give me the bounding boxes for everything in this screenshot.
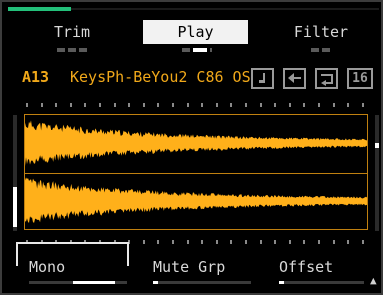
sampler-screen: Trim Play Filter A13 KeysPh-BeYou2 C86 O… xyxy=(0,0,383,295)
offset-label[interactable]: Offset xyxy=(279,258,333,276)
tab-filter[interactable]: Filter xyxy=(276,20,366,44)
waveform-channel-right xyxy=(25,177,367,223)
progress-fill xyxy=(8,7,72,11)
ruler-tick xyxy=(186,240,189,244)
ruler-tick xyxy=(142,240,145,244)
ruler-tick xyxy=(201,103,204,107)
loop-icon xyxy=(321,74,333,86)
arrow-up-icon[interactable]: ▲ xyxy=(370,275,380,287)
param-value-fill xyxy=(73,281,116,284)
reverse-arrow-icon xyxy=(288,73,301,83)
sample-name[interactable]: KeysPh-BeYou2 C86 OS xyxy=(70,68,251,86)
param-value-fill xyxy=(279,281,284,284)
ruler-tick xyxy=(172,240,174,244)
sixteen-button[interactable]: 16 xyxy=(347,68,373,89)
ruler-tick xyxy=(361,103,364,107)
ruler-tick xyxy=(303,240,306,244)
vertical-zoom-handle[interactable] xyxy=(13,187,17,227)
tab-trim-page-dots xyxy=(57,48,87,52)
param-value-fill xyxy=(153,281,158,284)
ruler-tick xyxy=(318,103,320,107)
ruler-tick xyxy=(201,240,204,244)
ruler-tick xyxy=(245,240,247,244)
note-button[interactable] xyxy=(251,68,274,89)
ruler-tick xyxy=(361,240,364,244)
ruler-tick xyxy=(230,240,233,244)
ruler-top xyxy=(26,103,368,107)
tab-play[interactable]: Play xyxy=(143,20,248,44)
ruler-tick xyxy=(26,103,28,107)
ruler-tick xyxy=(303,103,306,107)
ruler-tick xyxy=(99,103,101,107)
ruler-tick xyxy=(259,103,262,107)
mono-label[interactable]: Mono xyxy=(29,258,65,276)
waveform-channel-left xyxy=(25,120,367,166)
ruler-tick xyxy=(69,103,72,107)
ruler-tick xyxy=(332,103,335,107)
ruler-tick xyxy=(84,103,87,107)
ruler-tick xyxy=(172,103,174,107)
ruler-tick xyxy=(113,103,116,107)
ruler-tick xyxy=(215,240,218,244)
ruler-tick xyxy=(288,240,291,244)
ruler-tick xyxy=(157,240,160,244)
ruler-tick xyxy=(347,240,350,244)
reverse-button[interactable] xyxy=(283,68,306,89)
position-scroll-handle[interactable] xyxy=(375,143,379,148)
ruler-tick xyxy=(318,240,320,244)
ruler-tick xyxy=(259,240,262,244)
ruler-tick xyxy=(230,103,233,107)
tab-filter-page-dots xyxy=(311,48,331,52)
ruler-tick xyxy=(215,103,218,107)
tab-play-page-dots xyxy=(182,48,212,52)
position-scroll-track[interactable] xyxy=(375,115,379,231)
ruler-tick xyxy=(186,103,189,107)
ruler-tick xyxy=(142,103,145,107)
ruler-tick xyxy=(274,240,277,244)
mono-value-bar[interactable] xyxy=(29,281,127,284)
note-icon xyxy=(259,73,265,83)
ruler-tick xyxy=(40,103,43,107)
ruler-tick xyxy=(347,103,350,107)
ruler-tick xyxy=(55,103,58,107)
top-progress-bar xyxy=(8,7,379,11)
ruler-tick xyxy=(128,103,131,107)
ruler-tick xyxy=(332,240,335,244)
waveform-display[interactable] xyxy=(25,115,367,229)
ruler-tick xyxy=(157,103,160,107)
loop-button[interactable] xyxy=(315,68,338,89)
ruler-tick xyxy=(245,103,247,107)
mute-group-label[interactable]: Mute Grp xyxy=(153,258,225,276)
tab-trim[interactable]: Trim xyxy=(27,20,117,44)
offset-value-bar[interactable] xyxy=(279,281,364,284)
ruler-tick xyxy=(274,103,277,107)
mute-group-value-bar[interactable] xyxy=(153,281,251,284)
ruler-tick xyxy=(288,103,291,107)
sample-number: A13 xyxy=(22,68,50,86)
